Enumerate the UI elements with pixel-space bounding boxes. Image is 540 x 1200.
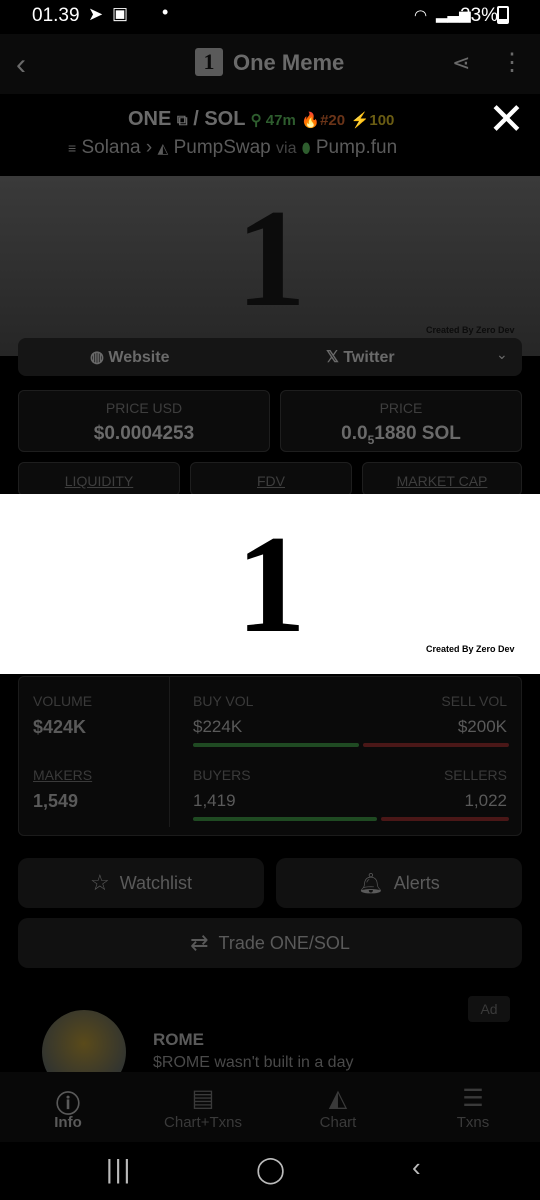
nav-chart[interactable]: ◭ Chart (278, 1084, 398, 1131)
quote-symbol: SOL (204, 108, 246, 130)
info-icon: ⓘ (56, 1091, 80, 1118)
bell-icon: 🔔︎ (358, 872, 384, 895)
market-cap-card[interactable]: MARKET CAP (362, 462, 522, 496)
launchpad-name[interactable]: Pump.fun (316, 137, 397, 158)
copy-icon[interactable]: ⧉ (177, 112, 188, 129)
token-logo: 1 (195, 48, 223, 76)
pumpfun-icon: ⬮ (301, 140, 311, 156)
price-native-card: PRICE 0.051880 SOL (280, 390, 522, 452)
ad-title[interactable]: ROME (153, 1030, 204, 1050)
close-icon[interactable]: ✕ (488, 94, 525, 145)
share-icon[interactable]: ⋖ (452, 50, 470, 76)
buy-volume-bar (193, 743, 359, 747)
battery-level: 23% (460, 5, 499, 26)
popup-credit: Created By Zero Dev (426, 644, 515, 654)
links-bar: ◍ Website 𝕏 Twitter ⌄ (18, 338, 522, 376)
buyers-value: 1,419 (193, 791, 236, 810)
nav-chart-txns[interactable]: ▤ Chart+Txns (143, 1084, 263, 1131)
buy-volume-value: $224K (193, 717, 243, 736)
alerts-button[interactable]: 🔔︎ Alerts (276, 858, 522, 908)
sell-volume-value: $200K (457, 717, 507, 736)
pair-header: ONE ⧉ / SOL ⚲ 47m 🔥#20 ⚡100 (128, 108, 395, 130)
base-symbol: ONE (128, 108, 172, 130)
ad-description: $ROME wasn't built in a day (153, 1054, 354, 1071)
rank-badge: 🔥#20 (301, 112, 346, 129)
divider (169, 677, 170, 827)
sellers-value: 1,022 (464, 791, 507, 810)
price-usd-card: PRICE USD $0.0004253 (18, 390, 270, 452)
telegram-icon: ➤ (88, 4, 104, 24)
chain-name[interactable]: Solana (81, 137, 140, 158)
swap-arrows-icon: ⇄ (190, 930, 209, 955)
status-bar: 01.39 ➤ ▣ • ◠ ▂▃▅ 23% (0, 0, 540, 34)
home-icon[interactable]: ◯ (256, 1154, 285, 1185)
star-icon: ☆ (89, 870, 110, 895)
clock: 01.39 (32, 5, 80, 26)
chevron-right-icon: › (145, 137, 158, 158)
makers-value: 1,549 (33, 791, 79, 811)
notification-dot-icon: • (162, 2, 169, 22)
volume-value: $424K (33, 717, 87, 737)
fdv-card[interactable]: FDV (190, 462, 352, 496)
ad-badge: Ad (468, 996, 510, 1022)
nav-info[interactable]: ⓘ Info (8, 1084, 128, 1131)
solana-icon: ≡ (68, 140, 77, 156)
layout-icon: ▤ (191, 1085, 215, 1112)
hero-credit: Created By Zero Dev (426, 325, 515, 335)
bottom-nav: ⓘ Info ▤ Chart+Txns ◭ Chart ☰ Txns (0, 1072, 540, 1142)
dex-name[interactable]: PumpSwap (174, 137, 271, 158)
back-arrow-icon[interactable]: ‹ (16, 48, 26, 82)
price-native-value: 0.051880 SOL (341, 423, 461, 447)
wifi-icon: ◠ (414, 7, 428, 24)
trading-stats: VOLUME $424K BUY VOL $224K SELL VOL $200… (18, 676, 522, 836)
nav-txns[interactable]: ☰ Txns (413, 1084, 533, 1131)
token-title: One Meme (233, 50, 345, 75)
list-icon: ☰ (462, 1085, 484, 1112)
chevron-down-icon[interactable]: ⌄ (496, 346, 508, 363)
hero-glyph: 1 (236, 181, 306, 336)
system-nav-bar: ||| ◯ ‹ (0, 1142, 540, 1200)
gallery-icon: ▣ (112, 4, 129, 23)
back-icon[interactable]: ‹ (412, 1152, 421, 1183)
watchlist-button[interactable]: ☆ Watchlist (18, 858, 264, 908)
more-menu-icon[interactable]: ⋮ (500, 48, 524, 77)
buyers-bar (193, 817, 377, 821)
recents-icon[interactable]: ||| (106, 1154, 132, 1185)
trade-button[interactable]: ⇄ Trade ONE/SOL (18, 918, 522, 968)
boost-badge: ⚡100 (350, 112, 395, 129)
popup-glyph: 1 (236, 507, 306, 662)
sellers-bar (381, 817, 509, 821)
age-badge: ⚲ 47m (250, 112, 296, 129)
liquidity-card[interactable]: LIQUIDITY (18, 462, 180, 496)
price-usd-value: $0.0004253 (93, 423, 195, 444)
battery-icon (497, 6, 509, 24)
website-link[interactable]: ◍ Website (90, 347, 169, 367)
chain-breadcrumb: ≡ Solana › ◭ PumpSwap via ⬮ Pump.fun (68, 137, 398, 158)
pumpswap-icon: ◭ (157, 140, 169, 156)
twitter-link[interactable]: 𝕏 Twitter (326, 347, 395, 367)
area-chart-icon: ◭ (328, 1085, 348, 1112)
sell-volume-bar (363, 743, 509, 747)
